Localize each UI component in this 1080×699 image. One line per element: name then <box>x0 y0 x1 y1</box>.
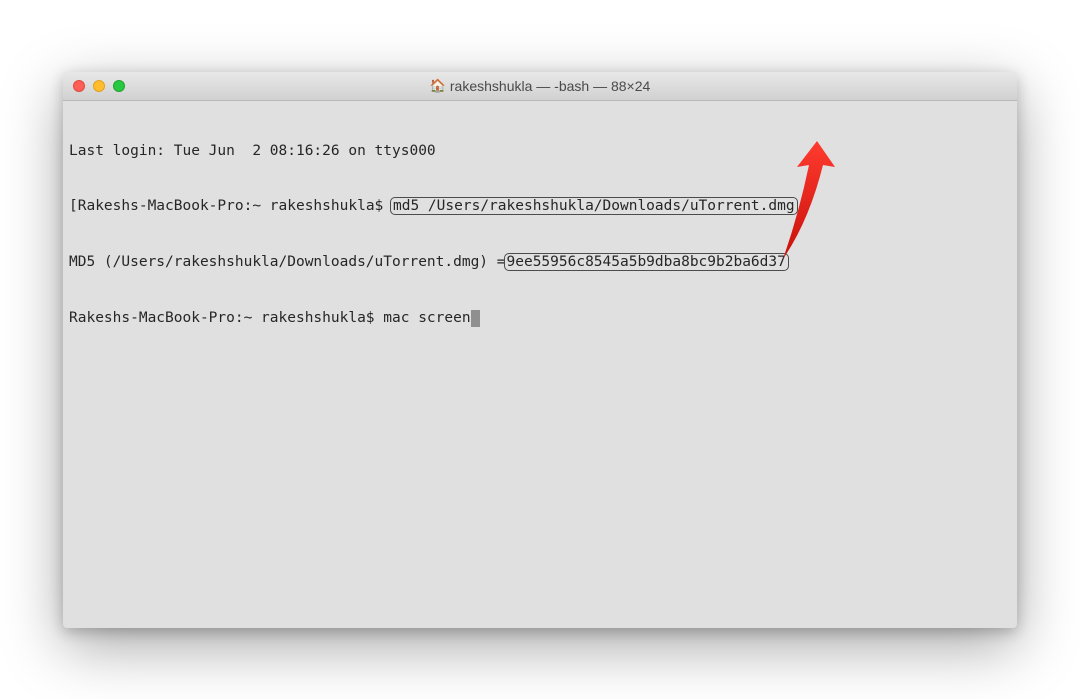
close-button[interactable] <box>73 80 85 92</box>
prompt-text: Rakeshs-MacBook-Pro:~ rakeshshukla$ <box>69 310 383 326</box>
home-icon: 🏠 <box>430 78 446 94</box>
terminal-line-cmd1: [Rakeshs-MacBook-Pro:~ rakeshshukla$ md5… <box>69 197 1011 216</box>
window-title-text: rakeshshukla — -bash — 88×24 <box>450 78 650 94</box>
terminal-line-output: MD5 (/Users/rakeshshukla/Downloads/uTorr… <box>69 253 1011 272</box>
minimize-button[interactable] <box>93 80 105 92</box>
terminal-body[interactable]: Last login: Tue Jun 2 08:16:26 on ttys00… <box>63 101 1017 628</box>
titlebar: 🏠 rakeshshukla — -bash — 88×24 <box>63 72 1017 101</box>
window-title: 🏠 rakeshshukla — -bash — 88×24 <box>63 78 1017 94</box>
traffic-lights <box>63 80 125 92</box>
prompt-bracket: [ <box>69 198 78 214</box>
terminal-window: 🏠 rakeshshukla — -bash — 88×24 Last logi… <box>63 72 1017 628</box>
typed-command: mac screen <box>383 310 470 326</box>
highlighted-hash: 9ee55956c8545a5b9dba8bc9b2ba6d37 <box>504 253 789 271</box>
highlighted-command: md5 /Users/rakeshshukla/Downloads/uTorre… <box>390 197 798 215</box>
prompt-text: Rakeshs-MacBook-Pro:~ rakeshshukla$ <box>78 198 392 214</box>
terminal-line-login: Last login: Tue Jun 2 08:16:26 on ttys00… <box>69 142 1011 161</box>
zoom-button[interactable] <box>113 80 125 92</box>
md5-output-prefix: MD5 (/Users/rakeshshukla/Downloads/uTorr… <box>69 254 506 270</box>
terminal-line-cmd2: Rakeshs-MacBook-Pro:~ rakeshshukla$ mac … <box>69 309 1011 328</box>
cursor <box>471 310 480 327</box>
